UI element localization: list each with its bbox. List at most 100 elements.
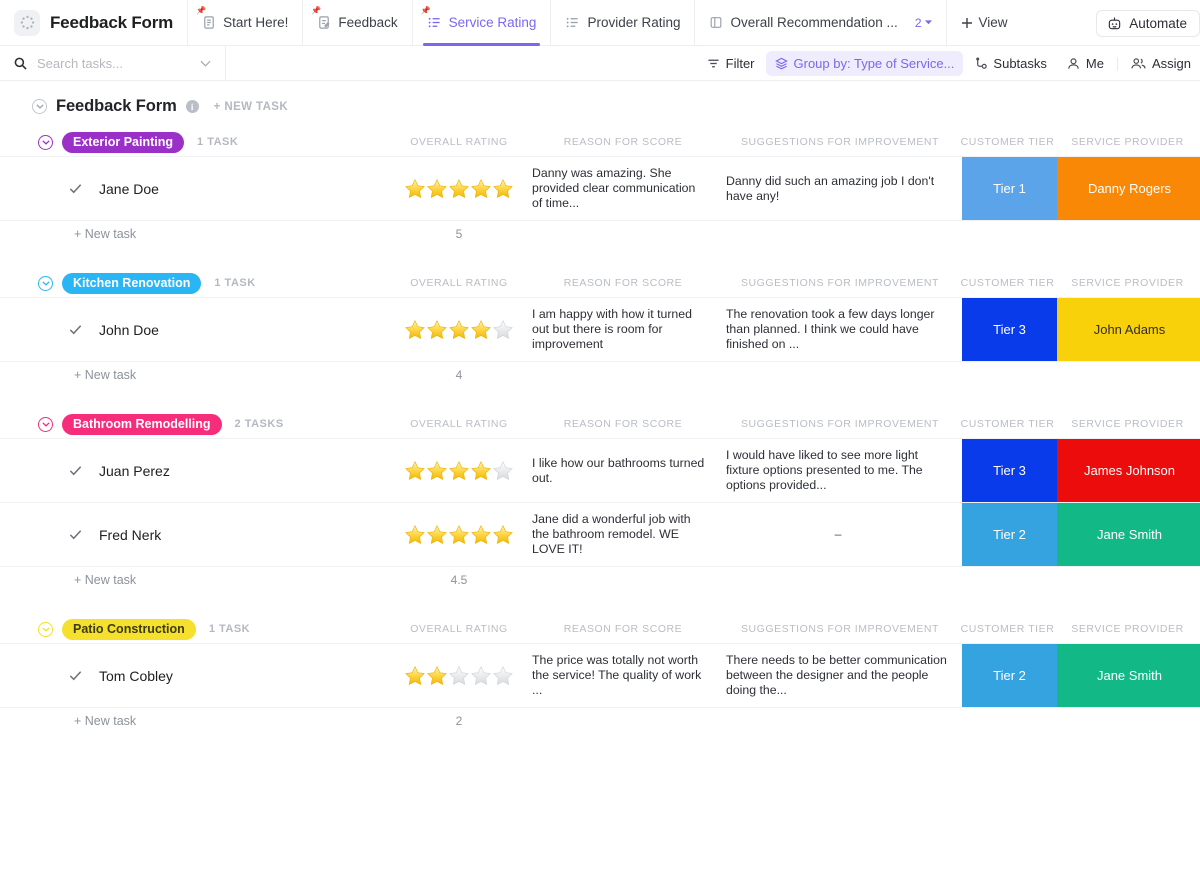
column-header-suggestions: SUGGESTIONS FOR IMPROVEMENT [740, 623, 940, 635]
search-box[interactable] [14, 46, 226, 80]
table-row[interactable]: Juan Perez I like how our bathrooms turne… [0, 439, 1200, 503]
assign-label: Assign [1151, 56, 1191, 71]
table-row[interactable]: Tom Cobley The price was totally not wort… [0, 644, 1200, 708]
task-group: Kitchen Renovation 1 TASK OVERALL RATING RE… [0, 269, 1200, 388]
service-provider-cell[interactable]: John Adams [1057, 298, 1200, 361]
overall-rating-cell[interactable] [390, 644, 528, 707]
task-name-cell[interactable]: John Doe [0, 298, 390, 361]
reason-for-score-cell[interactable]: Danny was amazing. She provided clear co… [528, 157, 718, 220]
overall-rating-cell[interactable] [390, 503, 528, 566]
app-title: Feedback Form [50, 12, 174, 32]
customer-tier-cell[interactable]: Tier 3 [962, 298, 1057, 361]
search-input[interactable] [35, 54, 192, 72]
doc-icon [202, 15, 216, 30]
tab-label: Overall Recommendation ... [730, 15, 898, 30]
view-tabs: 📌 Start Here! 📌 Feedback 📌 Service Ratin… [187, 0, 945, 46]
suggestions-cell[interactable]: – [718, 503, 962, 566]
tab-start-here[interactable]: 📌 Start Here! [187, 0, 302, 46]
table-row[interactable]: Fred Nerk Jane did a wonderful job with t… [0, 503, 1200, 567]
task-name-cell[interactable]: Tom Cobley [0, 644, 390, 707]
suggestions-cell[interactable]: Danny did such an amazing job I don't ha… [718, 157, 962, 220]
star-icon [493, 178, 513, 198]
group-name-pill[interactable]: Exterior Painting [62, 131, 185, 153]
suggestions-cell[interactable]: I would have liked to see more light fix… [718, 439, 962, 502]
reason-for-score-cell[interactable]: Jane did a wonderful job with the bathro… [528, 503, 718, 566]
reason-for-score-cell[interactable]: The price was totally not worth the serv… [528, 644, 718, 707]
group-collapse-icon[interactable] [38, 134, 53, 150]
suggestions-cell[interactable]: The renovation took a few days longer th… [718, 298, 962, 361]
group-name-pill[interactable]: Kitchen Renovation [62, 272, 202, 294]
column-header-service-provider: SERVICE PROVIDER [1071, 418, 1184, 430]
customer-tier-cell[interactable]: Tier 3 [962, 439, 1057, 502]
group-rows: John Doe I am happy with how it turned ou… [0, 297, 1200, 362]
collapse-list-icon[interactable] [32, 99, 47, 114]
subtasks-button[interactable]: Subtasks [965, 51, 1055, 76]
suggestions-cell[interactable]: There needs to be better communication b… [718, 644, 962, 707]
tab-provider-rating[interactable]: Provider Rating [550, 0, 694, 46]
group-by-button[interactable]: Group by: Type of Service... [765, 51, 964, 76]
new-task-row[interactable]: + New task 2 [0, 708, 1200, 734]
customer-tier-cell[interactable]: Tier 1 [962, 157, 1057, 220]
tab-overall-recommendation[interactable]: Overall Recommendation ... 2 [694, 0, 945, 46]
new-task-row[interactable]: + New task 4.5 [0, 567, 1200, 593]
column-header-service-provider: SERVICE PROVIDER [1071, 136, 1184, 148]
service-provider-cell[interactable]: Jane Smith [1057, 503, 1200, 566]
group-spacer [0, 388, 1200, 410]
pin-icon: 📌 [196, 5, 207, 15]
customer-tier-cell[interactable]: Tier 2 [962, 644, 1057, 707]
check-icon[interactable] [68, 181, 83, 196]
group-rows: Juan Perez I like how our bathrooms turne… [0, 438, 1200, 567]
new-task-row[interactable]: + New task 5 [0, 221, 1200, 247]
overall-rating-cell[interactable] [390, 298, 528, 361]
me-button[interactable]: Me [1058, 51, 1113, 76]
group-name-pill[interactable]: Bathroom Remodelling [62, 413, 222, 435]
check-icon[interactable] [68, 322, 83, 337]
star-icon [427, 319, 447, 339]
assign-button[interactable]: Assign [1122, 51, 1200, 76]
column-header-suggestions: SUGGESTIONS FOR IMPROVEMENT [740, 277, 940, 289]
star-icon [493, 524, 513, 544]
tab-label: Provider Rating [587, 15, 681, 30]
reason-for-score-cell[interactable]: I like how our bathrooms turned out. [528, 439, 718, 502]
tab-feedback[interactable]: 📌 Feedback [302, 0, 411, 46]
task-name-cell[interactable]: Jane Doe [0, 157, 390, 220]
group-header: Exterior Painting 1 TASK OVERALL RATING REA… [0, 128, 1200, 156]
rating-average-value: 2 [455, 714, 463, 728]
task-name-cell[interactable]: Juan Perez [0, 439, 390, 502]
layers-icon [774, 57, 788, 70]
filter-button[interactable]: Filter [698, 51, 764, 76]
table-row[interactable]: John Doe I am happy with how it turned ou… [0, 298, 1200, 362]
table-row[interactable]: Jane Doe Danny was amazing. She provided … [0, 157, 1200, 221]
view-count-dropdown[interactable]: 2 [915, 16, 932, 30]
column-header-customer-tier: CUSTOMER TIER [960, 136, 1055, 148]
check-icon[interactable] [68, 527, 83, 542]
add-view-button[interactable]: View [945, 0, 1022, 46]
new-task-label: + New task [74, 227, 137, 241]
service-provider-cell[interactable]: James Johnson [1057, 439, 1200, 502]
customer-tier-cell[interactable]: Tier 2 [962, 503, 1057, 566]
check-icon[interactable] [68, 668, 83, 683]
group-collapse-icon[interactable] [38, 416, 53, 432]
column-header-overall-rating: OVERALL RATING [410, 277, 508, 289]
group-name-pill[interactable]: Patio Construction [62, 618, 196, 640]
info-icon[interactable]: i [185, 100, 199, 113]
tab-service-rating[interactable]: 📌 Service Rating [411, 0, 551, 46]
new-task-top-button[interactable]: + NEW TASK [214, 101, 288, 113]
add-view-label: View [978, 15, 1008, 30]
service-provider-cell[interactable]: Danny Rogers [1057, 157, 1200, 220]
star-icon [471, 460, 491, 480]
task-name-cell[interactable]: Fred Nerk [0, 503, 390, 566]
group-collapse-icon[interactable] [38, 275, 53, 291]
group-header: Patio Construction 1 TASK OVERALL RATING RE… [0, 615, 1200, 643]
check-icon[interactable] [68, 463, 83, 478]
group-collapse-icon[interactable] [38, 621, 53, 637]
overall-rating-cell[interactable] [390, 439, 528, 502]
automate-button[interactable]: Automate [1096, 9, 1200, 37]
new-task-row[interactable]: + New task 4 [0, 362, 1200, 388]
service-provider-cell[interactable]: Jane Smith [1057, 644, 1200, 707]
overall-rating-cell[interactable] [390, 157, 528, 220]
list-header: Feedback Form i + NEW TASK [0, 81, 1200, 128]
reason-for-score-cell[interactable]: I am happy with how it turned out but th… [528, 298, 718, 361]
column-header-reason-for-score: REASON FOR SCORE [563, 136, 683, 148]
chevron-down-icon[interactable] [200, 60, 211, 67]
